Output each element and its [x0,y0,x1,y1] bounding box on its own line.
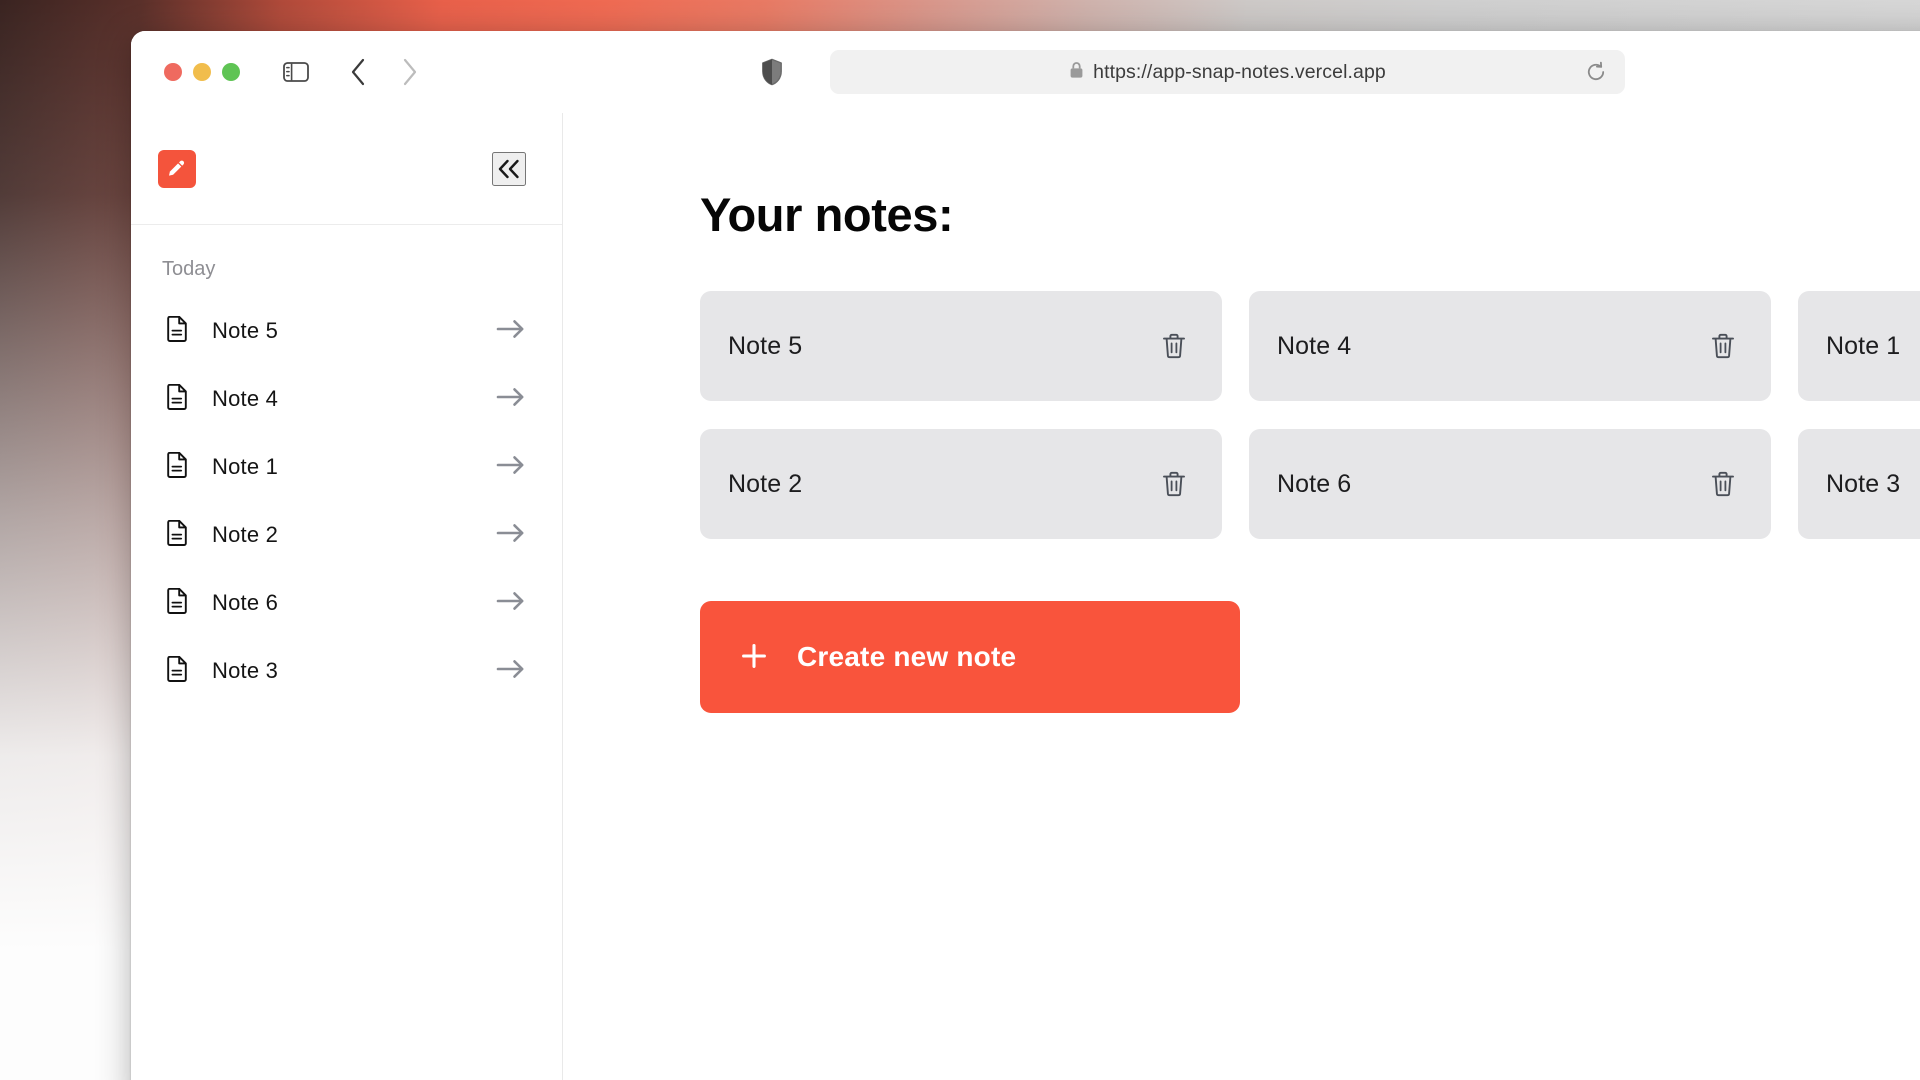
app-body: Today Note 5 Note 4 Note 1 Note 2 Note 6… [131,113,1920,1080]
create-new-note-label: Create new note [797,641,1017,672]
plus-icon [740,642,768,673]
note-card-label: Note 3 [1826,469,1901,498]
sidebar-item-note-4[interactable]: Note 4 [131,365,562,433]
sidebar-item-note-3[interactable]: Note 3 [131,637,562,705]
note-card[interactable]: Note 1 [1798,291,1920,401]
desktop-wallpaper: https://app-snap-notes.vercel.app Today … [0,0,1920,1080]
notes-grid: Note 5 Note 4 Note 1 Note 2 Note 6 Note … [700,291,1920,539]
chevrons-left-icon[interactable] [492,151,526,186]
sidebar: Today Note 5 Note 4 Note 1 Note 2 Note 6… [131,113,563,1080]
document-icon [165,383,189,415]
sidebar-item-label: Note 3 [212,658,279,683]
edit-note-logo-icon[interactable] [158,149,196,188]
sidebar-note-list: Note 5 Note 4 Note 1 Note 2 Note 6 Note … [131,297,562,705]
window-controls [164,63,240,81]
trash-icon[interactable] [1159,331,1189,361]
chevron-left-icon[interactable] [343,55,373,89]
trash-icon[interactable] [1708,469,1738,499]
note-card-label: Note 5 [728,331,803,360]
note-card[interactable]: Note 4 [1249,291,1771,401]
note-card[interactable]: Note 5 [700,291,1222,401]
shield-icon[interactable] [755,55,789,89]
document-icon [165,451,189,483]
minimize-window-button[interactable] [193,63,211,81]
sidebar-item-label: Note 6 [212,590,279,615]
page-title: Your notes: [700,188,954,241]
create-new-note-button[interactable]: Create new note [700,601,1240,713]
note-card[interactable]: Note 2 [700,429,1222,539]
arrow-right-icon[interactable] [496,454,526,481]
sidebar-section-label: Today [162,258,216,280]
note-card[interactable]: Note 6 [1249,429,1771,539]
arrow-right-icon[interactable] [496,658,526,685]
browser-toolbar: https://app-snap-notes.vercel.app [131,31,1920,113]
sidebar-header [131,113,562,225]
note-card-label: Note 4 [1277,331,1352,360]
note-card-label: Note 6 [1277,469,1352,498]
sidebar-item-note-5[interactable]: Note 5 [131,297,562,365]
sidebar-item-label: Note 1 [212,454,279,479]
close-window-button[interactable] [164,63,182,81]
sidebar-item-label: Note 2 [212,522,279,547]
note-card-label: Note 1 [1826,331,1901,360]
reload-icon[interactable] [1581,57,1611,87]
sidebar-item-label: Note 4 [212,386,279,411]
sidebar-item-label: Note 5 [212,318,279,343]
sidebar-toggle-icon[interactable] [279,55,313,89]
browser-window: https://app-snap-notes.vercel.app Today … [131,31,1920,1080]
document-icon [165,587,189,619]
arrow-right-icon[interactable] [496,522,526,549]
document-icon [165,315,189,347]
url-text: https://app-snap-notes.vercel.app [1093,60,1386,83]
note-card-label: Note 2 [728,469,803,498]
maximize-window-button[interactable] [222,63,240,81]
arrow-right-icon[interactable] [496,386,526,413]
document-icon [165,655,189,687]
arrow-right-icon[interactable] [496,318,526,345]
sidebar-item-note-6[interactable]: Note 6 [131,569,562,637]
main-content: Your notes: Note 5 Note 4 Note 1 Note 2 … [563,113,1920,1080]
document-icon [165,519,189,551]
arrow-right-icon[interactable] [496,590,526,617]
trash-icon[interactable] [1708,331,1738,361]
address-bar[interactable]: https://app-snap-notes.vercel.app [830,50,1625,94]
note-card[interactable]: Note 3 [1798,429,1920,539]
sidebar-item-note-1[interactable]: Note 1 [131,433,562,501]
trash-icon[interactable] [1159,469,1189,499]
sidebar-item-note-2[interactable]: Note 2 [131,501,562,569]
chevron-right-icon[interactable] [395,55,425,89]
lock-icon [1069,61,1084,84]
